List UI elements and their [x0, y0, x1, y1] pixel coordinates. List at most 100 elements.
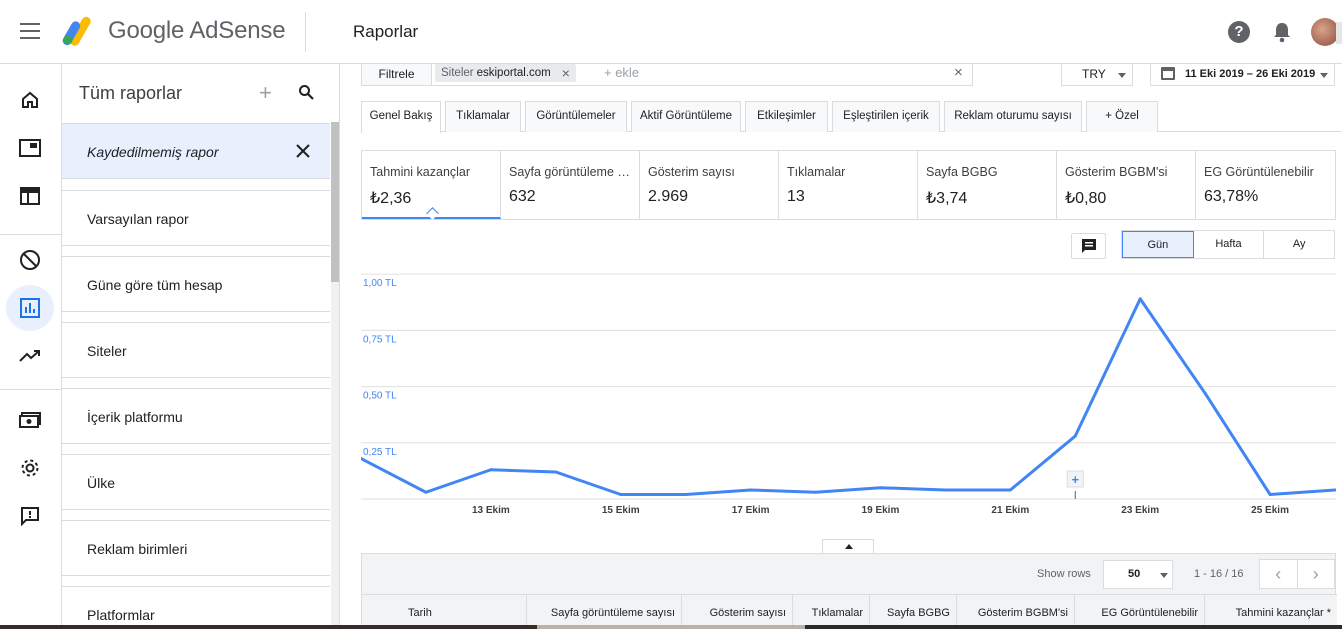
- collapse-chart-button[interactable]: [822, 539, 874, 553]
- tab-custom[interactable]: + Özel: [1086, 101, 1158, 132]
- annotation-button[interactable]: [1071, 233, 1106, 259]
- column-header-clicks[interactable]: Tıklamalar: [793, 595, 870, 629]
- rail-ads[interactable]: [6, 125, 54, 171]
- rail-optimization[interactable]: [6, 333, 54, 379]
- rail-blocking[interactable]: [6, 237, 54, 283]
- rail-feedback[interactable]: [6, 493, 54, 539]
- metric-card-viewable[interactable]: EG Görüntülenebilir 63,78%: [1196, 151, 1335, 219]
- currency-select[interactable]: TRY: [1061, 64, 1133, 86]
- series-line: [361, 297, 1336, 497]
- filter-button[interactable]: Filtrele: [362, 64, 432, 85]
- top-app-bar: Google AdSense Raporlar ?: [0, 0, 1342, 64]
- close-icon[interactable]: [294, 142, 312, 160]
- data-point: [943, 488, 947, 492]
- metric-value: ₺2,36: [370, 190, 412, 207]
- column-header-date[interactable]: Tarih: [362, 595, 527, 629]
- column-header-impressions[interactable]: Gösterim sayısı: [682, 595, 793, 629]
- metric-card-page-rpm[interactable]: Sayfa BGBG ₺3,74: [918, 151, 1057, 219]
- report-item[interactable]: Platformlar: [62, 586, 330, 629]
- scrollbar-thumb[interactable]: [331, 122, 339, 282]
- column-header-earnings[interactable]: Tahmini kazançlar *: [1205, 595, 1337, 629]
- metric-card-page-views[interactable]: Sayfa görüntüleme sayısı 632: [501, 151, 640, 219]
- column-header-impression-rpm[interactable]: Gösterim BGBM'si: [957, 595, 1075, 629]
- data-point: [878, 486, 882, 490]
- tab-matched-content[interactable]: Eşleştirilen içerik: [832, 101, 940, 132]
- tab-engagements[interactable]: Etkileşimler: [745, 101, 828, 132]
- clear-filters-icon[interactable]: ×: [954, 64, 963, 81]
- report-item-label: Kaydedilmemiş rapor: [87, 144, 219, 160]
- report-item[interactable]: Güne göre tüm hesap: [62, 256, 330, 312]
- report-item[interactable]: Reklam birimleri: [62, 520, 330, 576]
- menu-icon[interactable]: [20, 23, 40, 41]
- metric-card-clicks[interactable]: Tıklamalar 13: [779, 151, 918, 219]
- trending-up-icon: [19, 350, 40, 362]
- add-filter-input[interactable]: + ekle: [604, 65, 639, 80]
- metric-card-impressions[interactable]: Gösterim sayısı 2.969: [640, 151, 779, 219]
- granularity-month-button[interactable]: Ay: [1264, 231, 1334, 258]
- date-range-picker[interactable]: 11 Eki 2019 – 26 Eki 2019: [1150, 64, 1335, 86]
- filter-chip[interactable]: Siteler eskiportal.com ×: [435, 64, 576, 82]
- earnings-chart: 0,25 TL 0,50 TL 0,75 TL 1,00 TL 13 Ekim 15 Ek…: [361, 270, 1336, 526]
- tab-active-view[interactable]: Aktif Görüntüleme: [631, 101, 741, 132]
- notifications-bell-icon[interactable]: [1272, 21, 1292, 43]
- rail-divider: [0, 234, 62, 235]
- column-header-viewable[interactable]: EG Görüntülenebilir: [1075, 595, 1205, 629]
- comment-icon: [1081, 239, 1096, 253]
- rail-home[interactable]: [6, 77, 54, 123]
- help-icon[interactable]: ?: [1228, 21, 1250, 43]
- taskbar-strip: [0, 625, 1342, 629]
- tab-overview[interactable]: Genel Bakış: [361, 101, 441, 133]
- report-item-current[interactable]: Kaydedilmemiş rapor: [62, 123, 330, 179]
- rail-settings[interactable]: [6, 445, 54, 491]
- granularity-day-button[interactable]: Gün: [1122, 231, 1194, 258]
- reports-panel-scrollbar[interactable]: [331, 122, 339, 629]
- page-scrollbar[interactable]: [1336, 22, 1342, 44]
- metric-label: Gösterim sayısı: [648, 165, 735, 179]
- header-divider: [305, 12, 306, 52]
- filter-bar: Filtrele Siteler eskiportal.com × + ekle…: [361, 64, 973, 86]
- rail-payments[interactable]: [6, 397, 54, 443]
- granularity-week-button[interactable]: Hafta: [1194, 231, 1265, 258]
- x-tick-label: 13 Ekim: [472, 505, 510, 516]
- home-icon: [22, 91, 38, 108]
- rail-reports[interactable]: [6, 285, 54, 331]
- remove-filter-icon[interactable]: ×: [562, 65, 570, 82]
- data-point: [1203, 391, 1207, 395]
- rows-per-page-select[interactable]: 50: [1103, 560, 1173, 589]
- account-avatar[interactable]: [1311, 18, 1339, 46]
- data-point: [1073, 434, 1077, 438]
- filter-chip-value: eskiportal.com: [476, 66, 551, 79]
- adsense-logo-icon: [62, 16, 91, 46]
- report-item-label: Siteler: [87, 343, 127, 359]
- metric-card-impression-rpm[interactable]: Gösterim BGBM'si ₺0,80: [1057, 151, 1196, 219]
- search-icon[interactable]: [298, 84, 314, 100]
- report-item[interactable]: İçerik platformu: [62, 388, 330, 444]
- tab-ad-sessions[interactable]: Reklam oturumu sayısı: [944, 101, 1082, 132]
- tab-views[interactable]: Görüntülemeler: [525, 101, 627, 132]
- rail-sites[interactable]: [6, 173, 54, 219]
- brand-name: Google AdSense: [108, 17, 286, 44]
- page-title: Raporlar: [353, 22, 419, 41]
- report-item[interactable]: Ülke: [62, 454, 330, 510]
- data-point: [554, 470, 558, 474]
- next-page-button[interactable]: ›: [1298, 560, 1335, 588]
- granularity-toggle: Gün Hafta Ay: [1121, 230, 1335, 259]
- calendar-icon: [1161, 67, 1175, 80]
- report-item[interactable]: Siteler: [62, 322, 330, 378]
- metric-label: Sayfa görüntüleme sayısı: [509, 165, 633, 179]
- reports-panel-title: Tüm raporlar: [79, 83, 183, 103]
- previous-page-button[interactable]: ‹: [1260, 560, 1298, 588]
- pagination-controls: ‹ ›: [1259, 559, 1335, 589]
- column-header-page-views[interactable]: Sayfa görüntüleme sayısı: [527, 595, 682, 629]
- x-tick-label: 21 Ekim: [991, 505, 1029, 516]
- column-header-page-rpm[interactable]: Sayfa BGBG: [870, 595, 957, 629]
- metric-value: ₺0,80: [1065, 190, 1107, 207]
- metric-value: 2.969: [648, 188, 689, 205]
- x-tick-label: 25 Ekim: [1251, 505, 1289, 516]
- metric-label: Gösterim BGBM'si: [1065, 165, 1168, 179]
- line-chart: 0,25 TL 0,50 TL 0,75 TL 1,00 TL 13 Ekim 15 Ek…: [361, 273, 1336, 516]
- report-item[interactable]: Varsayılan rapor: [62, 190, 330, 246]
- tab-clicks[interactable]: Tıklamalar: [445, 101, 521, 132]
- metric-card-earnings[interactable]: Tahmini kazançlar ₺2,36: [362, 151, 501, 219]
- add-report-button[interactable]: +: [259, 80, 272, 106]
